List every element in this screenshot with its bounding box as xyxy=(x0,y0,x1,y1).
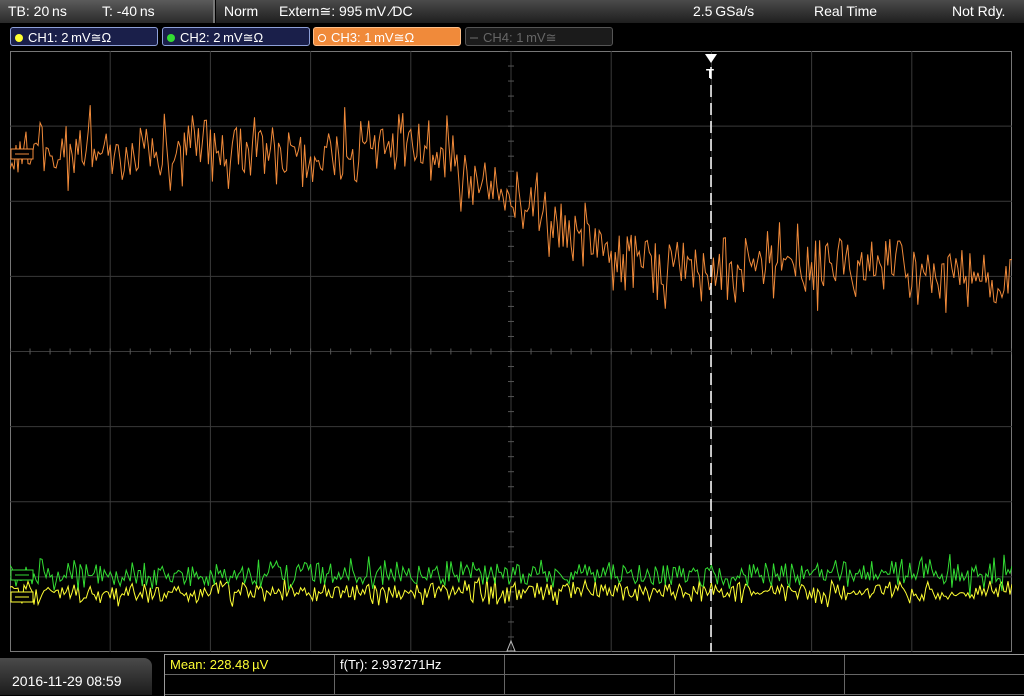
measurement-cell-empty[interactable] xyxy=(505,655,675,675)
channel-bar: CH1: 2 mV≅Ω CH2: 2 mV≅Ω CH3: 1 mV≅Ω CH4:… xyxy=(0,24,1024,50)
measurement-cell-empty[interactable] xyxy=(675,675,845,695)
channel-4-label: CH4: 1 mV≅ xyxy=(483,30,557,45)
channel-3-offset-marker[interactable] xyxy=(10,148,34,160)
measurement-cell-empty[interactable] xyxy=(165,675,335,695)
timebase-panel[interactable]: TB: 20 ns T: -40 ns xyxy=(0,0,215,23)
measurement-cell-empty[interactable] xyxy=(845,675,1024,695)
channel-3-label: CH3: 1 mV≅Ω xyxy=(331,30,415,45)
acquisition-mode-label[interactable]: Real Time xyxy=(814,0,877,23)
channel-4-indicator-icon xyxy=(470,37,478,39)
trigger-source-label[interactable]: Extern≅: 995 mV ∕DC xyxy=(279,0,413,23)
measurement-cell-empty[interactable] xyxy=(505,675,675,695)
channel-4-button[interactable]: CH4: 1 mV≅ xyxy=(465,27,613,46)
measurement-table[interactable]: Mean: 228.48 µV f(Tr): 2.937271Hz xyxy=(164,654,1024,696)
channel-3-indicator-icon xyxy=(318,34,326,42)
measurement-cell-empty[interactable] xyxy=(675,655,845,675)
measurement-cell-empty[interactable] xyxy=(845,655,1024,675)
trigger-marker-icon[interactable] xyxy=(705,54,717,63)
channel-2-label: CH2: 2 mV≅Ω xyxy=(180,30,264,45)
date-time-label: 2016-11-29 08:59 xyxy=(12,673,122,689)
measurement-bar: 2016-11-29 08:59 Mean: 228.48 µV f(Tr): … xyxy=(0,652,1024,696)
channel-2-indicator-icon xyxy=(167,34,175,42)
channel-1-indicator-icon xyxy=(15,34,23,42)
date-time-display: 2016-11-29 08:59 xyxy=(0,658,152,695)
trigger-marker-label: T xyxy=(706,66,714,81)
mean-measurement[interactable]: Mean: 228.48 µV xyxy=(165,655,335,675)
channel-1-button[interactable]: CH1: 2 mV≅Ω xyxy=(10,27,158,46)
status-bar: TB: 20 ns T: -40 ns Norm Extern≅: 995 mV… xyxy=(0,0,1024,24)
graticule-grid xyxy=(10,51,1012,652)
trigger-mode-label[interactable]: Norm xyxy=(224,0,258,23)
measurement-cell-empty[interactable] xyxy=(335,675,505,695)
channel-3-button[interactable]: CH3: 1 mV≅Ω xyxy=(313,27,461,46)
channel-1-offset-marker[interactable] xyxy=(10,591,34,603)
channel-2-offset-marker[interactable] xyxy=(10,569,34,581)
acquisition-state-label: Not Rdy. xyxy=(952,3,1006,19)
channel-1-label: CH1: 2 mV≅Ω xyxy=(28,30,112,45)
waveform-screen[interactable]: T xyxy=(10,51,1012,652)
timebase-label[interactable]: TB: 20 ns xyxy=(8,0,67,23)
trigger-time-label[interactable]: T: -40 ns xyxy=(102,0,155,23)
channel-2-button[interactable]: CH2: 2 mV≅Ω xyxy=(162,27,310,46)
acquisition-panel: Norm Extern≅: 995 mV ∕DC 2.5 GSa/s Real … xyxy=(216,0,1024,23)
frequency-measurement[interactable]: f(Tr): 2.937271Hz xyxy=(335,655,505,675)
sample-rate-label[interactable]: 2.5 GSa/s xyxy=(693,0,754,23)
